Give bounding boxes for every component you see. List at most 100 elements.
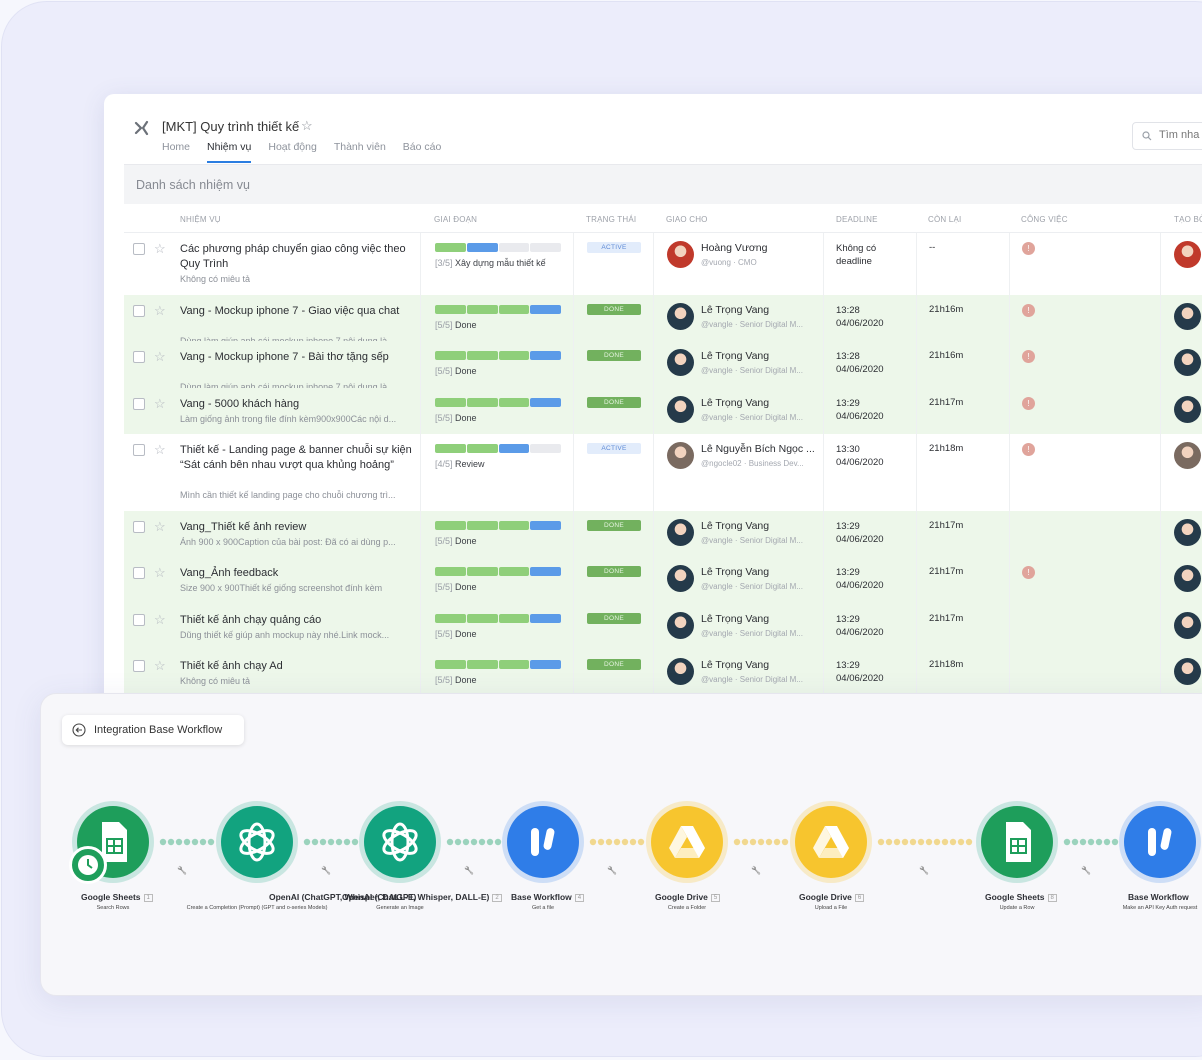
tab-3[interactable]: Thành viên (334, 141, 386, 163)
assignee-name[interactable]: Lê Trọng Vang (701, 659, 816, 671)
row-checkbox[interactable] (133, 660, 145, 672)
row-star-icon[interactable]: ☆ (154, 659, 166, 672)
warning-icon[interactable]: ! (1022, 350, 1035, 363)
row-checkbox[interactable] (133, 243, 145, 255)
column-divider (916, 511, 917, 557)
warning-icon[interactable]: ! (1022, 397, 1035, 410)
creator-avatar[interactable] (1174, 241, 1201, 268)
table-row[interactable]: ☆ Vang - Mockup iphone 7 - Giao việc qua … (124, 295, 1202, 346)
clock-trigger-icon[interactable] (69, 846, 107, 884)
creator-avatar[interactable] (1174, 442, 1201, 469)
creator-avatar[interactable] (1174, 612, 1201, 639)
settings-wrench-icon[interactable]: 🔧 (321, 866, 331, 875)
warning-icon[interactable]: ! (1022, 443, 1035, 456)
workflow-node-google-drive-icon[interactable] (651, 806, 723, 878)
task-title[interactable]: Vang - 5000 khách hàng (180, 397, 416, 412)
creator-avatar[interactable] (1174, 565, 1201, 592)
settings-wrench-icon[interactable]: 🔧 (177, 866, 187, 875)
creator-avatar[interactable] (1174, 396, 1201, 423)
assignee-avatar[interactable] (667, 658, 694, 685)
deadline-line: 04/06/2020 (836, 580, 884, 591)
task-title[interactable]: Vang - Mockup iphone 7 - Bài thơ tặng sế… (180, 350, 416, 365)
task-title[interactable]: Các phương pháp chuyển giao công việc th… (180, 242, 416, 272)
settings-wrench-icon[interactable]: 🔧 (607, 866, 617, 875)
creator-avatar[interactable] (1174, 349, 1201, 376)
settings-wrench-icon[interactable]: 🔧 (464, 866, 474, 875)
favorite-star-icon[interactable]: ☆ (301, 118, 313, 134)
creator-avatar[interactable] (1174, 658, 1201, 685)
settings-wrench-icon[interactable]: 🔧 (919, 866, 929, 875)
row-star-icon[interactable]: ☆ (154, 397, 166, 410)
assignee-avatar[interactable] (667, 303, 694, 330)
x-logo-icon[interactable] (134, 120, 150, 136)
assignee-avatar[interactable] (667, 396, 694, 423)
table-row[interactable]: ☆ Vang - Mockup iphone 7 - Bài thơ tặng s… (124, 341, 1202, 392)
row-star-icon[interactable]: ☆ (154, 350, 166, 363)
assignee-name[interactable]: Lê Trọng Vang (701, 350, 816, 362)
tab-4[interactable]: Báo cáo (403, 141, 442, 163)
task-title[interactable]: Vang_Ảnh feedback (180, 566, 416, 581)
table-row[interactable]: ☆ Thiết kế - Landing page & banner chuỗi … (124, 434, 1202, 511)
row-star-icon[interactable]: ☆ (154, 520, 166, 533)
status-badge: DONE (587, 397, 641, 408)
assignee-name[interactable]: Hoàng Vương (701, 242, 816, 254)
assignee-avatar[interactable] (667, 612, 694, 639)
row-star-icon[interactable]: ☆ (154, 304, 166, 317)
assignee-name[interactable]: Lê Trọng Vang (701, 397, 816, 409)
table-row[interactable]: ☆ Vang_Ảnh feedback Size 900 x 900Thiết kế… (124, 557, 1202, 604)
search-input[interactable]: Tìm nha (1132, 122, 1202, 150)
table-row[interactable]: ☆ Vang_Thiết kế ảnh review Ảnh 900 x 900Ca… (124, 511, 1202, 557)
workflow-node-google-sheets-icon[interactable] (981, 806, 1053, 878)
assignee-name[interactable]: Lê Trọng Vang (701, 613, 816, 625)
row-checkbox[interactable] (133, 567, 145, 579)
assignee-name[interactable]: Lê Trọng Vang (701, 520, 816, 532)
workflow-node-openai-icon[interactable] (364, 806, 436, 878)
row-star-icon[interactable]: ☆ (154, 242, 166, 255)
warning-icon[interactable]: ! (1022, 304, 1035, 317)
row-star-icon[interactable]: ☆ (154, 613, 166, 626)
table-row[interactable]: ☆ Vang - 5000 khách hàng Làm giống ảnh tro… (124, 388, 1202, 434)
workflow-node-action: Create a Folder (667, 905, 707, 911)
task-description: Size 900 x 900Thiết kế giống screenshot … (180, 583, 383, 593)
warning-icon[interactable]: ! (1022, 242, 1035, 255)
creator-avatar[interactable] (1174, 519, 1201, 546)
task-title[interactable]: Vang_Thiết kế ảnh review (180, 520, 416, 535)
creator-avatar[interactable] (1174, 303, 1201, 330)
row-checkbox[interactable] (133, 521, 145, 533)
column-divider (1009, 341, 1010, 388)
workflow-node-openai-icon[interactable] (221, 806, 293, 878)
row-checkbox[interactable] (133, 614, 145, 626)
row-star-icon[interactable]: ☆ (154, 443, 166, 456)
assignee-name[interactable]: Lê Trọng Vang (701, 304, 816, 316)
row-star-icon[interactable]: ☆ (154, 566, 166, 579)
row-checkbox[interactable] (133, 351, 145, 363)
task-title[interactable]: Vang - Mockup iphone 7 - Giao việc qua c… (180, 304, 416, 319)
row-checkbox[interactable] (133, 305, 145, 317)
table-row[interactable]: ☆ Thiết kế ảnh chạy quảng cáo Dũng thiết k… (124, 604, 1202, 650)
task-title[interactable]: Thiết kế ảnh chạy Ad (180, 659, 416, 674)
tab-2[interactable]: Hoạt động (268, 141, 316, 163)
workflow-node-google-drive-icon[interactable] (795, 806, 867, 878)
assignee-avatar[interactable] (667, 565, 694, 592)
warning-icon[interactable]: ! (1022, 566, 1035, 579)
assignee-avatar[interactable] (667, 241, 694, 268)
assignee-avatar[interactable] (667, 519, 694, 546)
assignee-avatar[interactable] (667, 442, 694, 469)
row-checkbox[interactable] (133, 444, 145, 456)
column-divider (653, 295, 654, 341)
tab-0[interactable]: Home (162, 141, 190, 163)
task-title[interactable]: Thiết kế ảnh chạy quảng cáo (180, 613, 416, 628)
row-checkbox[interactable] (133, 398, 145, 410)
settings-wrench-icon[interactable]: 🔧 (1081, 866, 1091, 875)
stage-name: Done (452, 582, 477, 592)
column-divider (420, 434, 421, 511)
assignee-name[interactable]: Lê Trọng Vang (701, 566, 816, 578)
assignee-name[interactable]: Lê Nguyễn Bích Ngọc ... (701, 443, 816, 455)
assignee-avatar[interactable] (667, 349, 694, 376)
table-row[interactable]: ☆ Các phương pháp chuyển giao công việc t… (124, 233, 1202, 295)
settings-wrench-icon[interactable]: 🔧 (751, 866, 761, 875)
task-title[interactable]: Thiết kế - Landing page & banner chuỗi s… (180, 443, 416, 473)
workflow-node-base-workflow-icon[interactable] (507, 806, 579, 878)
workflow-node-base-workflow-icon[interactable] (1124, 806, 1196, 878)
tab-1[interactable]: Nhiệm vụ (207, 141, 252, 163)
